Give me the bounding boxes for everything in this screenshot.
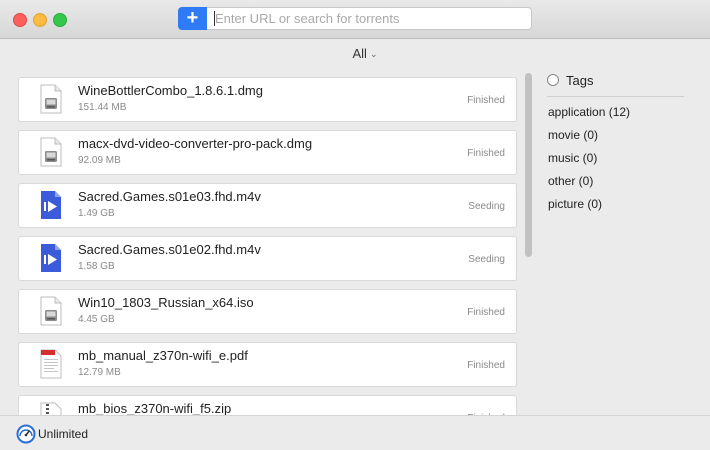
tags-header-label: Tags bbox=[566, 73, 594, 88]
pdf-file-icon bbox=[39, 349, 63, 379]
tag-application[interactable]: application (12) bbox=[548, 105, 630, 119]
torrent-name: mb_manual_z370n-wifi_e.pdf bbox=[78, 348, 248, 363]
torrent-size: 1.49 GB bbox=[78, 208, 115, 219]
torrent-size: 92.09 MB bbox=[78, 155, 121, 166]
disk-image-icon bbox=[39, 137, 63, 167]
torrent-row[interactable]: macx-dvd-video-converter-pro-pack.dmg 92.… bbox=[18, 130, 517, 175]
add-torrent-button[interactable]: + bbox=[178, 7, 207, 30]
torrent-size: 4.45 GB bbox=[78, 314, 115, 325]
torrent-row[interactable]: Sacred.Games.s01e03.fhd.m4v 1.49 GB Seedin… bbox=[18, 183, 517, 228]
torrent-status: Seeding bbox=[468, 254, 505, 265]
torrent-size: 1.58 GB bbox=[78, 261, 115, 272]
torrent-status: Finished bbox=[467, 148, 505, 159]
app-window: + All⌄ WineBottlerCombo_1.8.6.1.dmg 151.4… bbox=[0, 0, 710, 450]
search-input[interactable] bbox=[215, 10, 525, 27]
filter-dropdown[interactable]: All ⌄ bbox=[0, 46, 710, 61]
video-file-icon bbox=[39, 190, 63, 220]
torrent-size: 151.44 MB bbox=[78, 102, 127, 113]
search-field-container bbox=[207, 7, 532, 30]
title-bar: + bbox=[0, 0, 710, 39]
video-file-icon bbox=[39, 243, 63, 273]
tag-movie[interactable]: movie (0) bbox=[548, 128, 598, 142]
torrent-status: Finished bbox=[467, 95, 505, 106]
torrent-status: Seeding bbox=[468, 201, 505, 212]
tags-header[interactable]: Tags bbox=[547, 73, 593, 88]
torrent-row[interactable]: WineBottlerCombo_1.8.6.1.dmg 151.44 MB Fin… bbox=[18, 77, 517, 122]
minimize-window-button[interactable] bbox=[33, 13, 47, 27]
speed-limit-label[interactable]: Unlimited bbox=[38, 427, 88, 441]
close-window-button[interactable] bbox=[13, 13, 27, 27]
torrent-list: WineBottlerCombo_1.8.6.1.dmg 151.44 MB Fin… bbox=[18, 77, 517, 415]
radio-icon[interactable] bbox=[547, 74, 559, 86]
maximize-window-button[interactable] bbox=[53, 13, 67, 27]
divider bbox=[0, 415, 710, 416]
torrent-row[interactable]: Sacred.Games.s01e02.fhd.m4v 1.58 GB Seedin… bbox=[18, 236, 517, 281]
torrent-row[interactable]: mb_bios_z370n-wifi_f5.zipFinished bbox=[18, 395, 517, 415]
torrent-row[interactable]: mb_manual_z370n-wifi_e.pdf 12.79 MB Finish… bbox=[18, 342, 517, 387]
torrent-name: Sacred.Games.s01e03.fhd.m4v bbox=[78, 189, 261, 204]
tag-music[interactable]: music (0) bbox=[548, 151, 597, 165]
torrent-size: 12.79 MB bbox=[78, 367, 121, 378]
disk-image-icon bbox=[39, 296, 63, 326]
disk-image-icon bbox=[39, 84, 63, 114]
torrent-name: WineBottlerCombo_1.8.6.1.dmg bbox=[78, 83, 263, 98]
divider bbox=[547, 96, 684, 97]
torrent-status: Finished bbox=[467, 360, 505, 371]
tag-other[interactable]: other (0) bbox=[548, 174, 593, 188]
torrent-row[interactable]: Win10_1803_Russian_x64.iso 4.45 GB Finishe… bbox=[18, 289, 517, 334]
torrent-name: Sacred.Games.s01e02.fhd.m4v bbox=[78, 242, 261, 257]
speedometer-icon[interactable] bbox=[16, 424, 36, 444]
tag-picture[interactable]: picture (0) bbox=[548, 197, 602, 211]
zip-file-icon bbox=[39, 402, 63, 415]
chevron-down-icon: ⌄ bbox=[369, 49, 378, 59]
filter-label: All bbox=[352, 46, 367, 61]
torrent-name: Win10_1803_Russian_x64.iso bbox=[78, 295, 254, 310]
torrent-name: macx-dvd-video-converter-pro-pack.dmg bbox=[78, 136, 313, 151]
list-scrollbar[interactable] bbox=[525, 73, 532, 257]
torrent-name: mb_bios_z370n-wifi_f5.zip bbox=[78, 401, 232, 415]
torrent-status: Finished bbox=[467, 307, 505, 318]
